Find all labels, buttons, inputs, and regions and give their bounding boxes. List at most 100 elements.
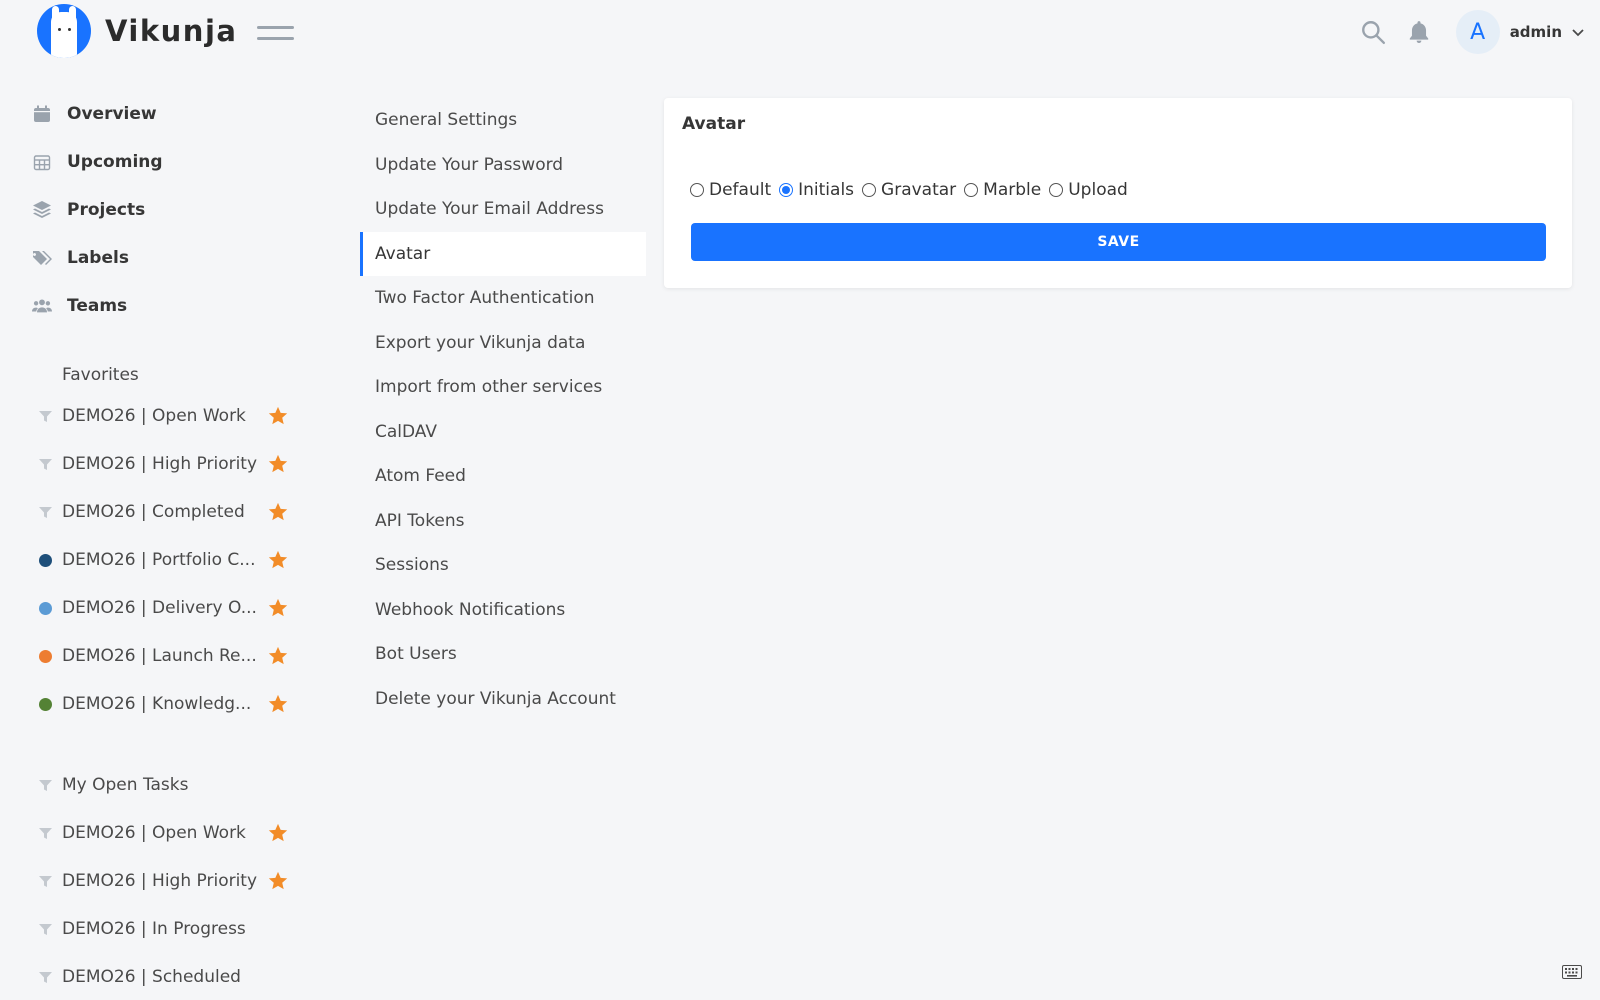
project-item[interactable]: DEMO26 | In Progress [37, 905, 297, 953]
card-title: Avatar [682, 114, 746, 134]
settings-menu-item[interactable]: Update Your Email Address [360, 187, 646, 232]
settings-menu-item[interactable]: API Tokens [360, 499, 646, 544]
hamburger-icon [257, 26, 294, 29]
avatar-option-default[interactable]: Default [690, 180, 771, 200]
avatar-option-gravatar[interactable]: Gravatar [862, 180, 956, 200]
radio-label: Initials [798, 180, 855, 200]
project-label: DEMO26 | Portfolio C... [62, 550, 256, 570]
avatar-option-marble[interactable]: Marble [964, 180, 1041, 200]
filter-icon [37, 875, 53, 888]
llama-logo-icon [37, 4, 91, 58]
save-button[interactable]: SAVE [691, 223, 1546, 261]
filter-icon [37, 458, 53, 471]
project-item[interactable]: DEMO26 | Open Work [37, 809, 297, 857]
star-icon[interactable] [267, 405, 289, 427]
filter-icon [37, 971, 53, 984]
project-item[interactable]: DEMO26 | Open Work [37, 392, 297, 440]
star-icon[interactable] [267, 693, 289, 715]
avatar-option-initials[interactable]: Initials [779, 180, 854, 200]
settings-menu-item[interactable]: Two Factor Authentication [360, 276, 646, 321]
star-icon[interactable] [267, 597, 289, 619]
project-label: DEMO26 | Delivery O... [62, 598, 257, 618]
filter-icon [37, 410, 53, 423]
project-item[interactable]: DEMO26 | Launch Re... [37, 632, 297, 680]
project-label: DEMO26 | Knowledg... [62, 694, 252, 714]
project-label: DEMO26 | Completed [62, 502, 245, 522]
project-item[interactable]: DEMO26 | Completed [37, 488, 297, 536]
favorites-heading: Favorites [62, 365, 139, 385]
star-icon[interactable] [267, 549, 289, 571]
project-label: DEMO26 | High Priority [62, 454, 258, 474]
settings-menu-item[interactable]: Import from other services [360, 365, 646, 410]
header-actions: A admin [1360, 10, 1586, 54]
settings-menu-item[interactable]: Avatar [360, 231, 646, 276]
settings-menu-item[interactable]: Sessions [360, 543, 646, 588]
chevron-down-icon[interactable] [1570, 24, 1586, 40]
filter-icon [37, 779, 53, 792]
project-color-dot [37, 697, 53, 711]
sidebar-item-label: Labels [67, 248, 129, 268]
star-icon[interactable] [267, 645, 289, 667]
avatar-provider-options: Default Initials Gravatar Marble Upload [690, 180, 1136, 200]
radio-button[interactable] [862, 183, 877, 197]
sidebar-item-label: Projects [67, 200, 146, 220]
radio-button[interactable] [1049, 183, 1064, 197]
settings-menu-item[interactable]: Export your Vikunja data [360, 321, 646, 366]
project-label: DEMO26 | Scheduled [62, 967, 241, 987]
users-icon [32, 296, 52, 316]
radio-button[interactable] [690, 183, 704, 197]
menu-toggle-button[interactable] [257, 26, 294, 44]
settings-menu-item[interactable]: CalDAV [360, 410, 646, 455]
filter-icon [37, 506, 53, 519]
sidebar-item-teams[interactable]: Teams [32, 282, 322, 330]
calendar-icon [32, 104, 52, 124]
project-item[interactable]: DEMO26 | High Priority [37, 857, 297, 905]
project-item[interactable]: DEMO26 | Portfolio C... [37, 536, 297, 584]
project-item[interactable]: DEMO26 | Knowledg... [37, 680, 297, 728]
radio-label: Marble [983, 180, 1042, 200]
radio-button[interactable] [779, 183, 794, 197]
settings-menu-item[interactable]: Bot Users [360, 632, 646, 677]
search-icon[interactable] [1360, 19, 1386, 45]
project-color-dot [37, 649, 53, 663]
star-icon[interactable] [267, 822, 289, 844]
radio-button[interactable] [964, 183, 979, 197]
layers-icon [32, 200, 52, 220]
sidebar-item-label: Overview [67, 104, 157, 124]
star-icon[interactable] [267, 453, 289, 475]
app-logo[interactable]: Vikunja [37, 4, 237, 58]
star-icon[interactable] [267, 870, 289, 892]
project-label: My Open Tasks [62, 775, 189, 795]
sidebar-item-projects[interactable]: Projects [32, 186, 322, 234]
project-item[interactable]: DEMO26 | Delivery O... [37, 584, 297, 632]
tags-icon [32, 248, 52, 268]
username-label[interactable]: admin [1510, 23, 1562, 41]
project-label: DEMO26 | In Progress [62, 919, 246, 939]
project-item[interactable]: DEMO26 | Scheduled [37, 953, 297, 1000]
avatar-option-upload[interactable]: Upload [1049, 180, 1128, 200]
radio-label: Gravatar [881, 180, 957, 200]
sidebar-item-label: Teams [67, 296, 128, 316]
sidebar-item-overview[interactable]: Overview [32, 90, 322, 138]
project-color-dot [37, 553, 53, 567]
settings-menu-item[interactable]: General Settings [360, 98, 646, 143]
bell-icon[interactable] [1406, 19, 1432, 45]
project-item[interactable]: My Open Tasks [37, 761, 297, 809]
sidebar-item-labels[interactable]: Labels [32, 234, 322, 282]
calendar-grid-icon [32, 152, 52, 172]
sidebar-item-upcoming[interactable]: Upcoming [32, 138, 322, 186]
settings-menu-item[interactable]: Delete your Vikunja Account [360, 677, 646, 722]
settings-menu-item[interactable]: Update Your Password [360, 143, 646, 188]
sidebar-item-label: Upcoming [67, 152, 163, 172]
filter-icon [37, 923, 53, 936]
keyboard-shortcuts-icon[interactable] [1562, 965, 1582, 979]
settings-menu-item[interactable]: Atom Feed [360, 454, 646, 499]
project-label: DEMO26 | Launch Re... [62, 646, 257, 666]
radio-label: Default [709, 180, 772, 200]
user-avatar[interactable]: A [1455, 10, 1500, 54]
radio-label: Upload [1068, 180, 1128, 200]
star-icon[interactable] [267, 501, 289, 523]
project-label: DEMO26 | High Priority [62, 871, 258, 891]
project-item[interactable]: DEMO26 | High Priority [37, 440, 297, 488]
settings-menu-item[interactable]: Webhook Notifications [360, 588, 646, 633]
